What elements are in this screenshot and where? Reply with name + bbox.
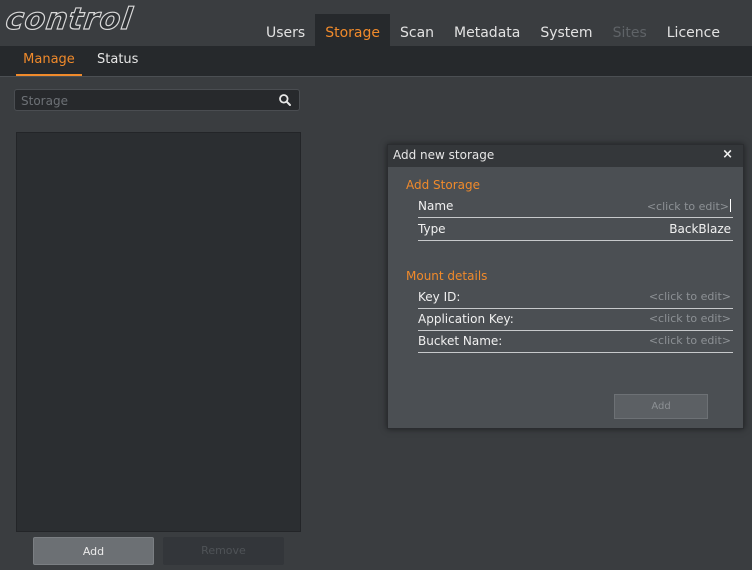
section-heading-mount-details: Mount details	[406, 269, 488, 283]
tab-licence[interactable]: Licence	[657, 14, 730, 46]
sub-nav: Manage Status	[0, 46, 752, 77]
type-field-value: BackBlaze	[669, 222, 731, 236]
name-field-label: Name	[418, 199, 454, 213]
bucket-name-field[interactable]: Bucket Name: <click to edit>	[418, 332, 733, 353]
storage-search-input[interactable]	[19, 92, 273, 110]
bucket-name-value: <click to edit>	[648, 334, 731, 347]
bucket-name-label: Bucket Name:	[418, 334, 503, 348]
key-id-field[interactable]: Key ID: <click to edit>	[418, 288, 733, 309]
add-storage-button[interactable]: Add	[33, 537, 154, 565]
key-id-value: <click to edit>	[648, 290, 731, 303]
tab-scan[interactable]: Scan	[390, 14, 444, 46]
app-logo: control	[3, 1, 136, 37]
dialog-title: Add new storage	[393, 148, 495, 162]
main-nav: Users Storage Scan Metadata System Sites…	[256, 14, 730, 46]
tab-system[interactable]: System	[530, 14, 602, 46]
tab-metadata[interactable]: Metadata	[444, 14, 530, 46]
name-field-value: <click to edit>	[646, 199, 731, 213]
storage-list[interactable]	[16, 132, 301, 532]
text-caret	[730, 199, 731, 212]
search-icon[interactable]	[278, 93, 292, 107]
storage-search-box	[14, 89, 300, 111]
tab-storage[interactable]: Storage	[315, 14, 390, 46]
dialog-add-button[interactable]: Add	[614, 394, 708, 419]
type-select[interactable]: Type BackBlaze	[418, 220, 733, 241]
application-key-value: <click to edit>	[648, 312, 731, 325]
type-field-label: Type	[418, 222, 446, 236]
close-icon[interactable]: ×	[722, 147, 733, 162]
top-bar: control Users Storage Scan Metadata Syst…	[0, 0, 752, 46]
key-id-label: Key ID:	[418, 290, 461, 304]
application-key-field[interactable]: Application Key: <click to edit>	[418, 310, 733, 331]
name-field[interactable]: Name <click to edit>	[418, 197, 733, 218]
dialog-header: Add new storage ×	[388, 145, 743, 167]
section-heading-add-storage: Add Storage	[406, 178, 480, 192]
subtab-status[interactable]: Status	[97, 46, 138, 74]
tab-users[interactable]: Users	[256, 14, 315, 46]
application-key-label: Application Key:	[418, 312, 514, 326]
remove-storage-button: Remove	[163, 537, 284, 565]
subtab-manage[interactable]: Manage	[16, 46, 82, 76]
tab-sites: Sites	[612, 25, 647, 41]
add-storage-dialog: Add new storage × Add Storage Name <clic…	[387, 144, 744, 429]
